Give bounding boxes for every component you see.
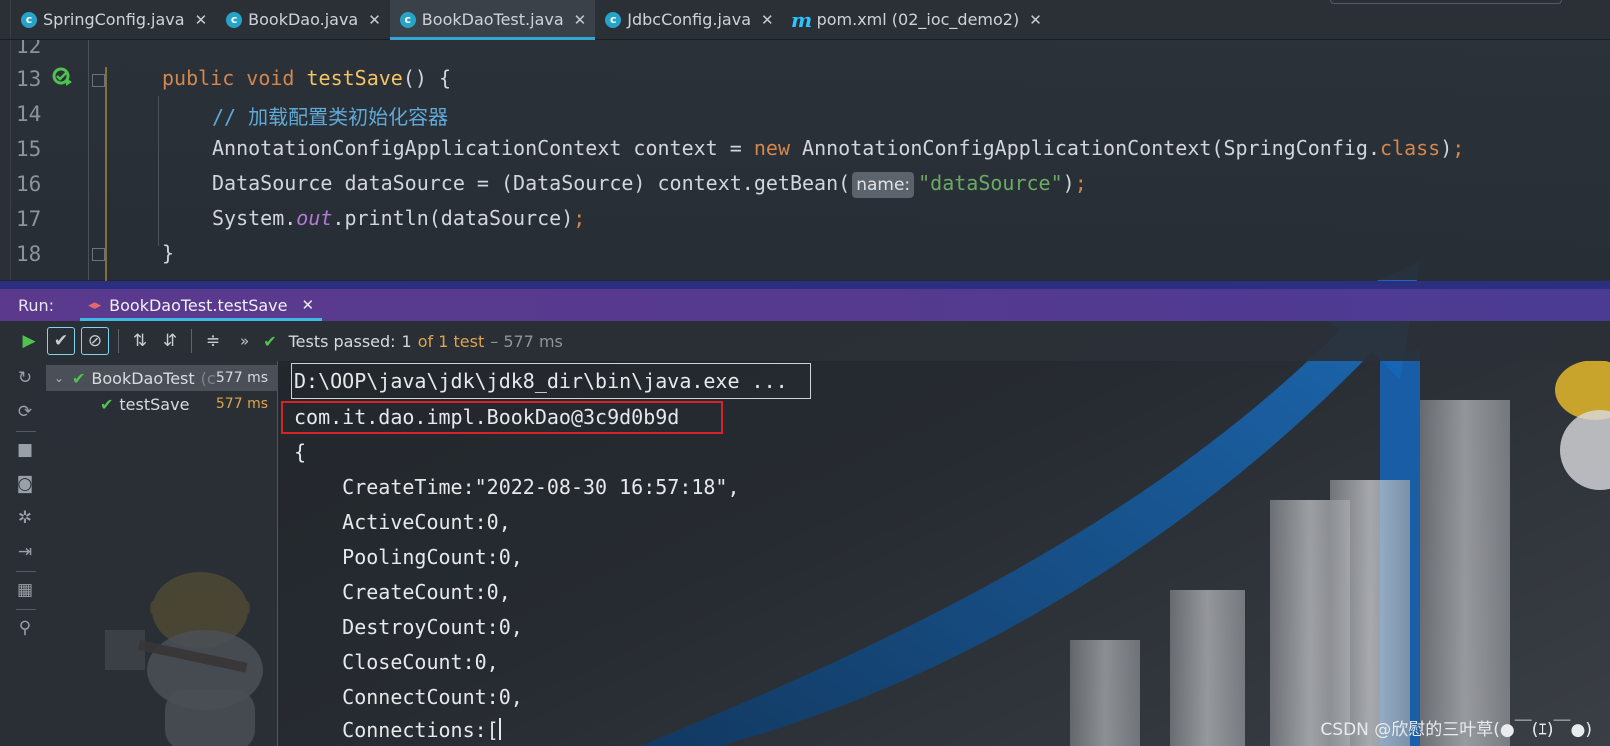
console-line: PoolingCount:0, (294, 545, 523, 569)
code-line-18: } (162, 241, 175, 265)
console-line: { (294, 440, 307, 464)
run-side-toolbar: ↻ ⟳ ■ ◙ ✲ ⇥ ▦ ⚲ (0, 361, 46, 746)
rerun-failed-icon[interactable]: ↻ (14, 367, 36, 389)
tab-bookdaotest[interactable]: c BookDaoTest.java ✕ (389, 0, 596, 40)
code-line-15: AnnotationConfigApplicationContext conte… (212, 136, 1465, 160)
tab-label: BookDaoTest.java (421, 10, 564, 29)
watermark: CSDN @欣慰的三叶草(●￣(ｴ)￣●) (1320, 720, 1592, 740)
console-line: D:\OOP\java\jdk\jdk8_dir\bin\java.exe ..… (294, 369, 788, 393)
close-icon[interactable]: ✕ (301, 296, 314, 314)
run-tab-label: BookDaoTest.testSave (109, 295, 288, 315)
test-config-icon: ◂▸ (88, 297, 102, 313)
close-icon[interactable]: ✕ (1029, 11, 1042, 29)
java-class-icon: c (605, 11, 622, 28)
change-marker (105, 67, 107, 282)
run-tab-bookdaotest[interactable]: ◂▸ BookDaoTest.testSave ✕ (80, 289, 323, 321)
tab-jdbcconfig[interactable]: c JdbcConfig.java ✕ (595, 0, 782, 39)
tree-item-testsave[interactable]: ✔ testSave 577 ms (46, 391, 278, 417)
close-icon[interactable]: ✕ (195, 11, 208, 29)
maven-icon: m (791, 7, 813, 32)
console-line: CreateTime:"2022-08-30 16:57:18", (294, 475, 740, 499)
ide-window: c SpringConfig.java ✕ c BookDao.java ✕ c… (0, 0, 1610, 746)
import-tests-icon[interactable]: ⇥ (14, 541, 36, 563)
rerun-icon[interactable]: ▶ (14, 326, 44, 356)
tree-item-time: 577 ms (215, 396, 268, 412)
project-tool-strip[interactable] (0, 0, 11, 39)
check-icon: ✔ (72, 368, 86, 388)
check-icon: ✔ (263, 331, 277, 351)
close-icon[interactable]: ✕ (574, 11, 587, 29)
console-line: CreateCount:0, (294, 580, 511, 604)
layout-icon[interactable]: ▦ (14, 579, 36, 601)
stop-icon[interactable]: ■ (14, 439, 36, 461)
close-icon[interactable]: ✕ (761, 11, 774, 29)
tab-label: pom.xml (02_ioc_demo2) (816, 10, 1020, 29)
structure-tool-strip[interactable] (0, 40, 11, 280)
console-output[interactable]: D:\OOP\java\jdk\jdk8_dir\bin\java.exe ..… (278, 361, 1610, 746)
fold-icon[interactable] (92, 74, 105, 87)
java-class-icon: c (21, 11, 37, 28)
more-actions-icon[interactable]: » (240, 332, 249, 350)
settings-icon[interactable]: ✲ (14, 507, 36, 529)
chevron-down-icon[interactable]: ⌄ (54, 371, 72, 385)
text-cursor (498, 718, 501, 740)
tab-pom[interactable]: m pom.xml (02_ioc_demo2) ✕ (783, 0, 1051, 39)
code-line-16: DataSource dataSource = (DataSource) con… (212, 171, 1087, 198)
search-everywhere-field[interactable] (1330, 0, 1562, 4)
console-line: ActiveCount:0, (294, 510, 511, 534)
tree-item-bookdaotest[interactable]: ⌄ ✔ BookDaoTest (c 577 ms (46, 365, 278, 391)
run-panel-header: Run: ◂▸ BookDaoTest.testSave ✕ (0, 281, 1610, 321)
run-toolbar: ▶ ✔ ⊘ ⇅ ⇵ ≑ » ✔ Tests passed: 1 of 1 tes… (0, 321, 1610, 361)
show-passed-toggle[interactable]: ✔ (47, 327, 75, 355)
java-class-icon: c (226, 11, 243, 28)
console-line: ConnectCount:0, (294, 685, 523, 709)
camera-icon[interactable]: ◙ (14, 473, 36, 495)
console-line: com.it.dao.impl.BookDao@3c9d0b9d (294, 405, 680, 429)
sort-alphabetically-icon[interactable]: ⇅ (125, 326, 155, 356)
show-ignored-toggle[interactable]: ⊘ (81, 327, 109, 355)
line-number: 17 (16, 207, 42, 231)
run-test-gutter-icon[interactable] (52, 66, 74, 88)
expand-all-icon[interactable]: ≑ (198, 326, 228, 356)
tab-label: SpringConfig.java (43, 10, 185, 29)
toggle-auto-test-icon[interactable]: ⟳ (14, 401, 36, 423)
editor-tab-bar: c SpringConfig.java ✕ c BookDao.java ✕ c… (0, 0, 1610, 40)
close-icon[interactable]: ✕ (368, 11, 381, 29)
test-results-tree: ⌄ ✔ BookDaoTest (c 577 ms ✔ testSave 577… (46, 361, 278, 746)
console-line-last: Connections:[ (294, 718, 501, 742)
test-status: ✔ Tests passed: 1 of 1 test – 577 ms (263, 331, 563, 351)
fold-icon[interactable] (92, 248, 105, 261)
line-number: 15 (16, 137, 42, 161)
run-label: Run: (18, 295, 55, 315)
tree-item-time: 577 ms (215, 370, 268, 386)
tree-item-label: testSave (119, 394, 190, 414)
check-icon: ✔ (100, 394, 114, 414)
tab-label: JdbcConfig.java (627, 10, 752, 29)
sort-by-duration-icon[interactable]: ⇵ (155, 326, 185, 356)
java-test-class-icon: c (399, 11, 416, 28)
parameter-hint: name: (852, 172, 915, 198)
code-line-14: // 加载配置类初始化容器 (212, 105, 449, 129)
code-editor[interactable]: 12 13 14 15 16 17 18 public void testSav… (0, 34, 1610, 282)
tree-item-label: BookDaoTest (91, 368, 195, 388)
line-number: 14 (16, 102, 42, 126)
tab-bookdao[interactable]: c BookDao.java ✕ (216, 0, 390, 39)
pin-icon[interactable]: ⚲ (14, 617, 36, 639)
code-line-13: public void testSave() { (162, 66, 452, 90)
tab-label: BookDao.java (248, 10, 359, 29)
code-line-17: System.out.println(dataSource); (212, 206, 586, 230)
line-number: 16 (16, 172, 42, 196)
console-line: DestroyCount:0, (294, 615, 523, 639)
tab-springconfig[interactable]: c SpringConfig.java ✕ (11, 0, 216, 39)
line-number: 13 (16, 67, 42, 91)
line-number: 18 (16, 242, 42, 266)
console-line: CloseCount:0, (294, 650, 499, 674)
